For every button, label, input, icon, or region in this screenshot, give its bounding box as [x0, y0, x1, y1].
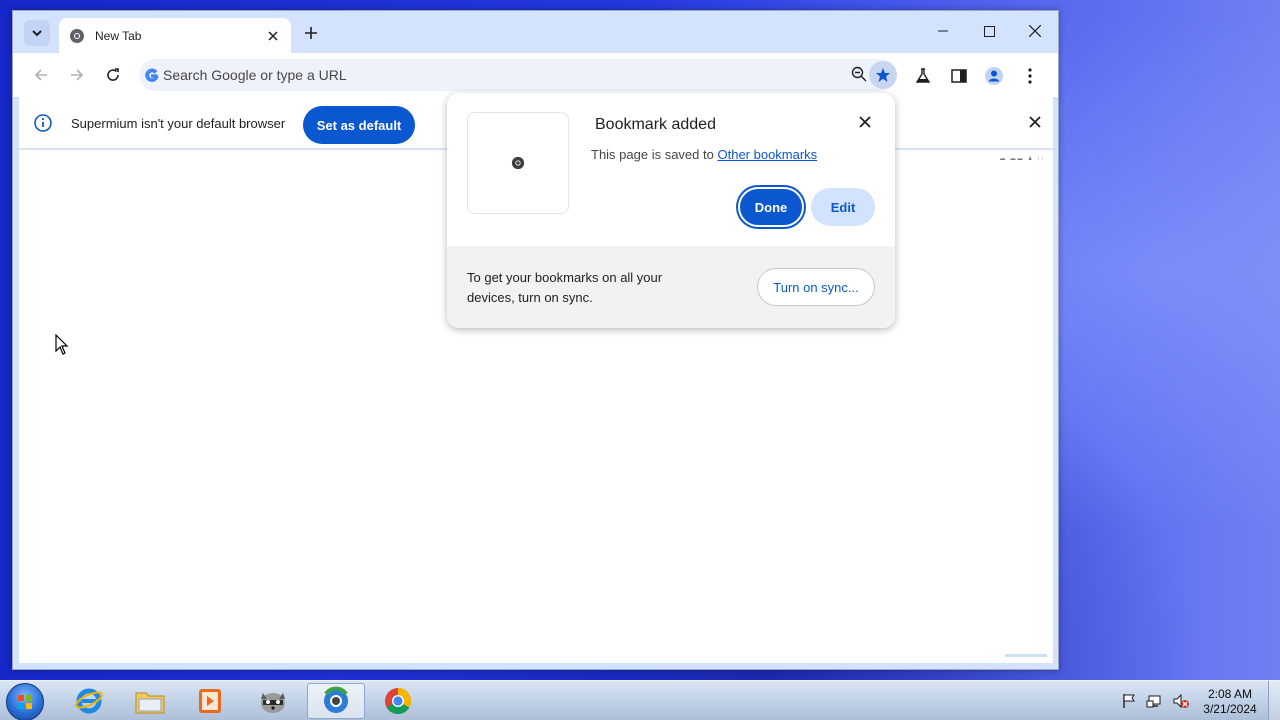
arrow-left-icon	[34, 69, 47, 81]
omnibox[interactable]	[139, 59, 897, 91]
network-icon[interactable]	[1146, 692, 1164, 710]
minimize-button[interactable]	[920, 11, 966, 51]
sync-promo-text: To get your bookmarks on all your device…	[467, 270, 663, 305]
bubble-title: Bookmark added	[595, 116, 716, 133]
chrome-icon	[385, 687, 412, 715]
tab-search-button[interactable]	[24, 20, 50, 46]
chrome-favicon-icon	[70, 29, 84, 43]
back-button[interactable]	[29, 63, 53, 87]
star-icon	[876, 68, 890, 82]
done-button[interactable]: Done	[738, 187, 804, 227]
show-desktop-button[interactable]	[1268, 681, 1280, 720]
bookmark-thumbnail	[467, 112, 569, 214]
plus-icon	[305, 27, 317, 39]
bubble-close-icon[interactable]	[859, 115, 871, 133]
system-tray	[1120, 681, 1198, 720]
chevron-down-icon	[32, 30, 42, 37]
browser-toolbar	[13, 53, 1058, 97]
taskbar-raccoon-app[interactable]	[244, 683, 302, 719]
tab-title: New Tab	[95, 29, 142, 43]
tab-strip: New Tab	[13, 11, 1058, 54]
infobar-close-icon[interactable]	[1029, 115, 1041, 133]
clock-time: 2:08 AM	[1207, 687, 1253, 701]
sync-promo: To get your bookmarks on all your device…	[447, 246, 895, 328]
raccoon-icon	[261, 693, 285, 713]
taskbar-browser-active[interactable]	[307, 683, 365, 719]
edit-button[interactable]: Edit	[811, 188, 875, 226]
start-button[interactable]	[6, 683, 44, 720]
labs-button[interactable]	[912, 65, 934, 87]
side-panel-button[interactable]	[948, 65, 970, 87]
taskbar-internet-explorer[interactable]	[60, 683, 118, 719]
kebab-menu-icon	[1028, 68, 1032, 84]
forward-button[interactable]	[65, 63, 89, 87]
volume-muted-icon[interactable]	[1172, 692, 1190, 710]
ntp-corner-icons: ▬ ▬▬ ♟ ⁝⁝	[1000, 156, 1045, 162]
clock-date: 3/21/2024	[1203, 702, 1257, 716]
arrow-right-icon	[71, 69, 84, 81]
menu-button[interactable]	[1019, 65, 1041, 87]
window-controls	[920, 11, 1058, 51]
minimize-icon	[938, 30, 948, 32]
profile-button[interactable]	[983, 65, 1005, 87]
maximize-button[interactable]	[966, 11, 1012, 51]
profile-icon	[985, 67, 1003, 85]
reload-button[interactable]	[101, 63, 125, 87]
saved-prefix: This page is saved to	[591, 147, 714, 162]
tab-close-icon[interactable]	[265, 28, 281, 44]
turn-on-sync-button[interactable]: Turn on sync...	[757, 268, 875, 306]
side-panel-icon	[951, 69, 967, 83]
set-as-default-button[interactable]: Set as default	[303, 106, 415, 144]
info-icon	[34, 114, 52, 132]
google-g-icon	[145, 68, 159, 82]
bookmark-star-button[interactable]	[869, 61, 897, 89]
tab-new-tab[interactable]: New Tab	[59, 18, 291, 54]
infobar-message: Supermium isn't your default browser	[71, 116, 286, 131]
reload-icon	[107, 68, 119, 81]
flask-icon	[915, 68, 931, 83]
taskbar-media-player[interactable]	[181, 683, 239, 719]
other-bookmarks-link[interactable]: Other bookmarks	[717, 147, 817, 162]
ntp-customize-mark	[1005, 654, 1047, 657]
browser-icon	[324, 686, 348, 713]
media-player-icon	[199, 689, 221, 713]
taskbar-clock[interactable]: 2:08 AM 3/21/2024	[1195, 687, 1265, 717]
folder-icon	[135, 692, 165, 714]
close-window-button[interactable]	[1012, 11, 1058, 51]
zoom-icon[interactable]	[851, 66, 867, 82]
close-icon	[1029, 25, 1041, 37]
window-bottom-edge	[19, 663, 1053, 667]
bookmark-added-bubble: Bookmark added This page is saved to Oth…	[447, 93, 895, 328]
saved-location-text: This page is saved to Other bookmarks	[591, 147, 817, 162]
taskbar-file-explorer[interactable]	[121, 683, 179, 719]
chrome-favicon-icon	[511, 156, 525, 170]
action-center-flag-icon[interactable]	[1120, 692, 1138, 710]
maximize-icon	[983, 25, 995, 37]
internet-explorer-icon	[75, 688, 103, 714]
new-tab-button[interactable]	[301, 23, 321, 43]
windows-logo-icon	[18, 695, 32, 709]
taskbar-chrome[interactable]	[369, 683, 427, 719]
mouse-cursor-icon	[55, 334, 69, 355]
taskbar: 2:08 AM 3/21/2024	[0, 680, 1280, 720]
omnibox-input[interactable]	[163, 61, 897, 89]
